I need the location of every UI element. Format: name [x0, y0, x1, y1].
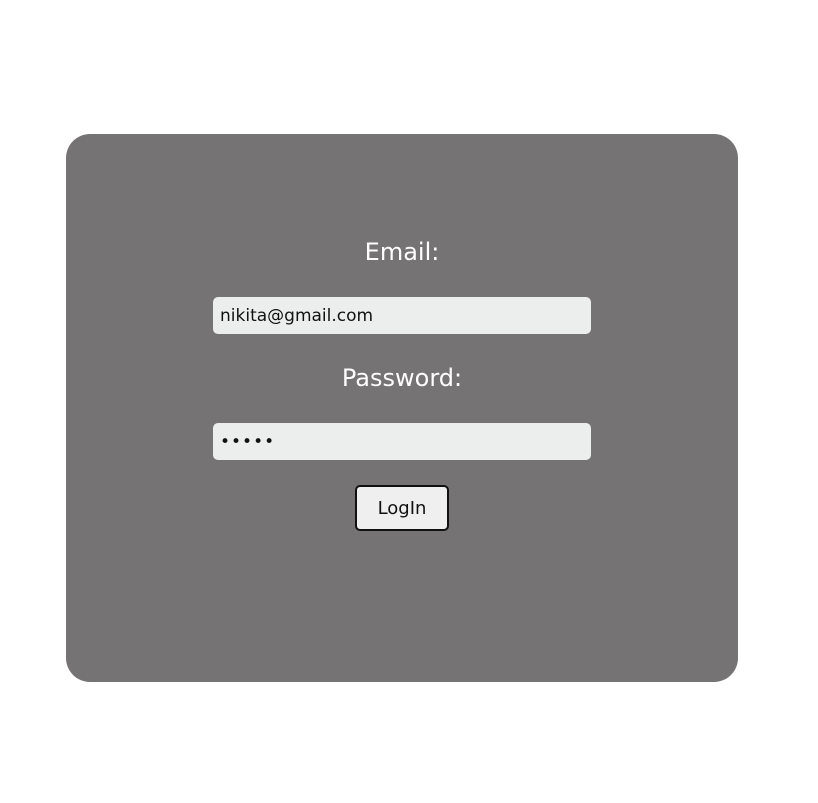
login-button[interactable]: LogIn	[355, 485, 449, 531]
password-label: Password:	[341, 364, 463, 392]
login-card: Email: Password: LogIn	[66, 134, 738, 682]
email-label: Email:	[364, 238, 440, 266]
password-field[interactable]	[213, 423, 591, 460]
email-field[interactable]	[213, 297, 591, 334]
